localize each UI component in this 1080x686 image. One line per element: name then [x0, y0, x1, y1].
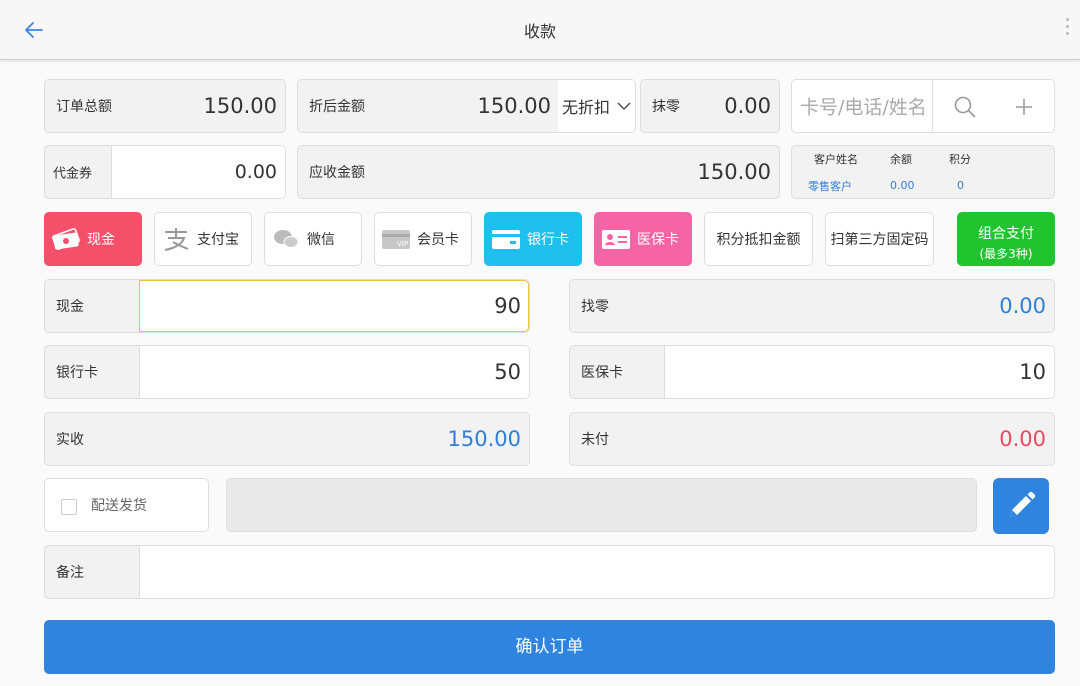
wechat-icon	[274, 230, 299, 248]
order-total-box: 订单总额 150.00	[44, 79, 286, 133]
payment-points-button[interactable]: 积分抵扣金额	[704, 212, 813, 266]
member-search-box: 卡号/电话/姓名	[791, 79, 1055, 133]
alipay-icon	[164, 228, 189, 251]
payment-wechat-button[interactable]: 微信	[264, 212, 362, 266]
voucher-value: 0.00	[234, 161, 277, 183]
payment-bankcard-label: 银行卡	[527, 232, 569, 248]
chevron-down-icon	[617, 102, 631, 111]
rounding-value: 0.00	[724, 94, 771, 118]
payment-thirdparty-qr-button[interactable]: 扫第三方固定码	[825, 212, 934, 266]
payment-thirdparty-qr-label: 扫第三方固定码	[830, 232, 929, 248]
customer-info-box: 客户姓名 余额 积分 零售客户 0.00 0	[791, 145, 1055, 199]
receivable-label: 应收金额	[309, 165, 365, 181]
payment-bankcard-button[interactable]: 银行卡	[484, 212, 582, 266]
discounted-amount-box: 折后金额 150.00 无折扣	[297, 79, 636, 133]
change-label: 找零	[581, 299, 609, 315]
medical-amount-label: 医保卡	[581, 365, 623, 381]
customer-points-label: 积分	[949, 153, 971, 166]
member-search-input[interactable]: 卡号/电话/姓名	[800, 93, 927, 120]
discount-select-value: 无折扣	[562, 98, 611, 117]
payment-alipay-label: 支付宝	[197, 232, 239, 248]
medical-amount-input[interactable]	[664, 346, 1054, 398]
top-bar: 收款	[0, 0, 1080, 60]
voucher-box: 代金券 0.00	[44, 145, 286, 199]
delivery-label: 配送发货	[91, 498, 147, 514]
delivery-toggle[interactable]: 配送发货	[44, 478, 209, 532]
customer-name-label: 客户姓名	[814, 153, 858, 166]
medical-amount-value: 10	[1019, 360, 1046, 384]
medical-amount-box: 医保卡 10	[569, 345, 1055, 399]
payment-combo-label: 组合支付	[978, 226, 1034, 242]
svg-text:VIP: VIP	[397, 240, 408, 248]
cash-amount-input[interactable]	[139, 280, 529, 332]
order-total-label: 订单总额	[56, 99, 112, 115]
payment-medical-button[interactable]: 医保卡	[594, 212, 692, 266]
edit-address-button[interactable]	[993, 478, 1049, 534]
bankcard-amount-input[interactable]	[139, 346, 529, 398]
received-value: 150.00	[447, 427, 521, 451]
remarks-box: 备注	[44, 545, 1055, 599]
payment-cash-button[interactable]: 现金	[44, 212, 142, 266]
more-icon[interactable]	[1066, 18, 1070, 40]
unpaid-value: 0.00	[999, 427, 1046, 451]
payment-combo-sublabel: (最多3种)	[979, 247, 1033, 261]
bankcard-amount-label: 银行卡	[56, 365, 98, 381]
customer-balance-value: 0.00	[890, 179, 915, 192]
payment-points-label: 积分抵扣金额	[716, 232, 801, 248]
voucher-label: 代金券	[53, 166, 93, 182]
remarks-label: 备注	[56, 565, 84, 581]
customer-name-value: 零售客户	[808, 180, 852, 193]
bankcard-amount-value: 50	[494, 360, 521, 384]
change-value: 0.00	[999, 294, 1046, 318]
bank-card-icon	[492, 230, 520, 249]
receivable-box: 应收金额 150.00	[297, 145, 780, 199]
delivery-address-field[interactable]	[226, 478, 977, 532]
medical-card-icon	[602, 230, 630, 249]
pencil-icon	[1010, 491, 1036, 517]
cash-amount-label: 现金	[56, 299, 84, 315]
unpaid-label: 未付	[581, 432, 609, 448]
discounted-value: 150.00	[477, 94, 551, 118]
order-total-value: 150.00	[203, 94, 277, 118]
received-box: 实收 150.00	[44, 412, 530, 466]
cash-icon	[52, 228, 80, 250]
remarks-input[interactable]	[139, 546, 1054, 598]
cash-amount-value: 90	[494, 294, 521, 318]
payment-membercard-label: 会员卡	[417, 232, 459, 248]
payment-cash-label: 现金	[87, 232, 115, 248]
discounted-label: 折后金额	[309, 99, 365, 115]
received-label: 实收	[56, 432, 84, 448]
change-box: 找零 0.00	[569, 279, 1055, 333]
customer-points-value: 0	[957, 179, 964, 192]
payment-wechat-label: 微信	[307, 232, 335, 248]
rounding-label: 抹零	[652, 99, 680, 115]
add-icon[interactable]	[1014, 97, 1034, 117]
unpaid-box: 未付 0.00	[569, 412, 1055, 466]
member-search-actions	[932, 80, 1054, 132]
receivable-value: 150.00	[697, 160, 771, 184]
page-title: 收款	[523, 22, 556, 41]
payment-alipay-button[interactable]: 支付宝	[154, 212, 252, 266]
payment-medical-label: 医保卡	[637, 232, 679, 248]
confirm-order-button[interactable]: 确认订单	[44, 620, 1055, 674]
discount-select[interactable]: 无折扣	[558, 80, 635, 132]
rounding-box: 抹零 0.00	[640, 79, 780, 133]
payment-combo-button[interactable]: 组合支付 (最多3种)	[957, 212, 1055, 266]
search-icon[interactable]	[953, 95, 977, 119]
member-card-icon: VIP	[382, 230, 410, 249]
payment-membercard-button[interactable]: VIP 会员卡	[374, 212, 472, 266]
cash-amount-box: 现金 90	[44, 279, 530, 333]
customer-balance-label: 余额	[890, 153, 912, 166]
bankcard-amount-box: 银行卡 50	[44, 345, 530, 399]
delivery-checkbox[interactable]	[61, 499, 77, 515]
